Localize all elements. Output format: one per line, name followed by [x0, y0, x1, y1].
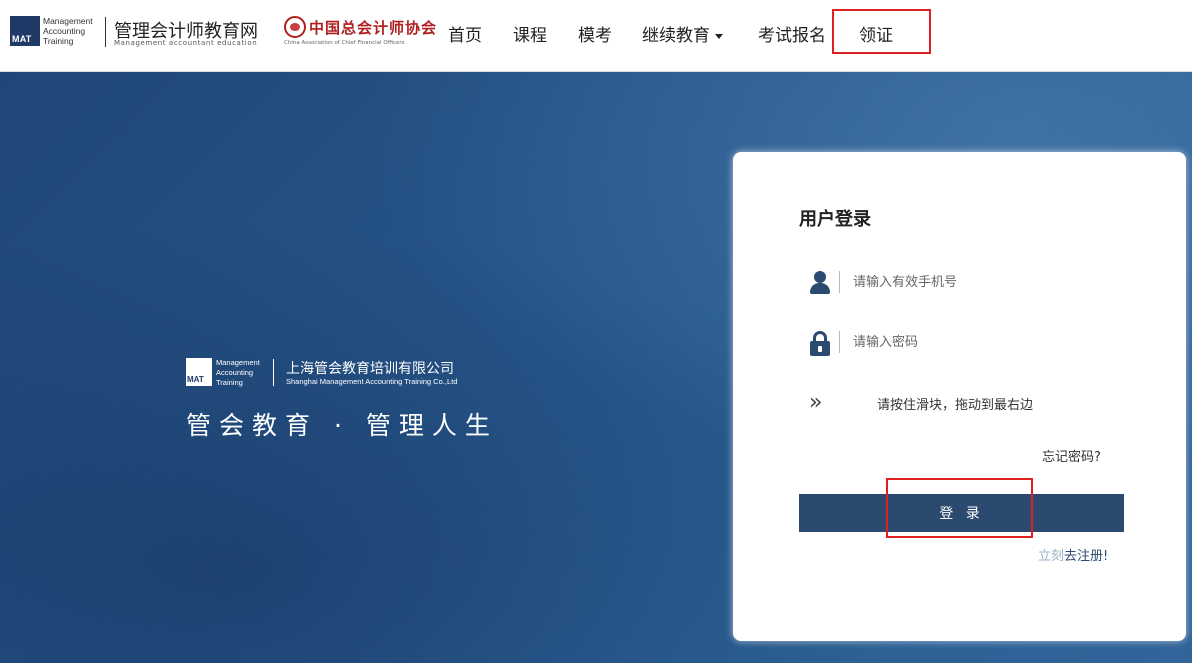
mat-logo-line: Training [43, 36, 74, 46]
phone-input[interactable] [851, 269, 1111, 295]
register-prefix: 立刻 [1038, 549, 1065, 564]
nav-exam-registration[interactable]: 考试报名 [758, 21, 826, 46]
partner-name: 中国总会计师协会 [309, 19, 438, 37]
cas-logo-icon [284, 16, 306, 38]
company-logo-text: Management Accounting Training [216, 358, 260, 388]
company-name: 上海管会教育培训有限公司 [286, 361, 454, 377]
lock-icon [809, 331, 831, 357]
register-link[interactable]: 去注册! [1064, 549, 1108, 564]
nav-home[interactable]: 首页 [448, 21, 482, 46]
company-logo: MAT Management Accounting Training 上海管会教… [186, 358, 476, 388]
register-prompt: 立刻去注册! [1038, 545, 1108, 564]
top-header: MAT Management Accounting Training 管理会计师… [0, 0, 1192, 72]
nav-continuing-education[interactable]: 继续教育 [642, 21, 723, 46]
password-input[interactable] [851, 329, 1111, 355]
field-divider [839, 331, 840, 353]
caret-down-icon [715, 33, 723, 39]
mat-logo-mark: MAT [10, 16, 40, 46]
login-title: 用户登录 [799, 209, 871, 230]
company-logo-line: Training [216, 378, 243, 387]
slider-hint: 请按住滑块，拖动到最右边 [877, 398, 1034, 413]
login-card: 用户登录 » 请按住滑块，拖动到最右边 忘记密码? 登 录 立刻去注册! [733, 152, 1186, 641]
slider-captcha: » 请按住滑块，拖动到最右边 [799, 384, 1125, 422]
login-button[interactable]: 登 录 [799, 494, 1124, 532]
mat-logo-line: Management [43, 16, 93, 26]
company-logo-line: Management [216, 358, 260, 367]
company-logo-divider [273, 359, 274, 386]
logo-divider [105, 17, 106, 47]
company-logo-line: Accounting [216, 368, 254, 377]
mat-logo[interactable]: MAT Management Accounting Training [10, 16, 100, 50]
field-divider [839, 271, 840, 293]
user-icon [809, 271, 831, 297]
mat-logo-text: Management Accounting Training [43, 16, 93, 46]
password-field [799, 323, 1125, 363]
partner-name-en: China Association of Chief Financial Off… [284, 40, 405, 46]
company-name-en: Shanghai Management Accounting Training … [286, 377, 458, 386]
nav-mock-exam[interactable]: 模考 [578, 21, 612, 46]
nav-courses[interactable]: 课程 [513, 21, 547, 46]
hero-slogan: 管会教育 · 管理人生 [186, 411, 498, 440]
nav-continuing-education-label: 继续教育 [642, 26, 710, 46]
nav-certificate[interactable]: 领证 [859, 21, 893, 46]
company-logo-mark: MAT [186, 358, 212, 386]
brand-tagline: Management accountant education [114, 39, 258, 47]
slider-handle-double-chevron-icon[interactable]: » [809, 390, 835, 416]
forgot-password-link[interactable]: 忘记密码? [1042, 446, 1101, 465]
phone-field [799, 263, 1125, 303]
company-logo-abbr: MAT [187, 375, 204, 384]
mat-logo-line: Accounting [43, 26, 86, 36]
